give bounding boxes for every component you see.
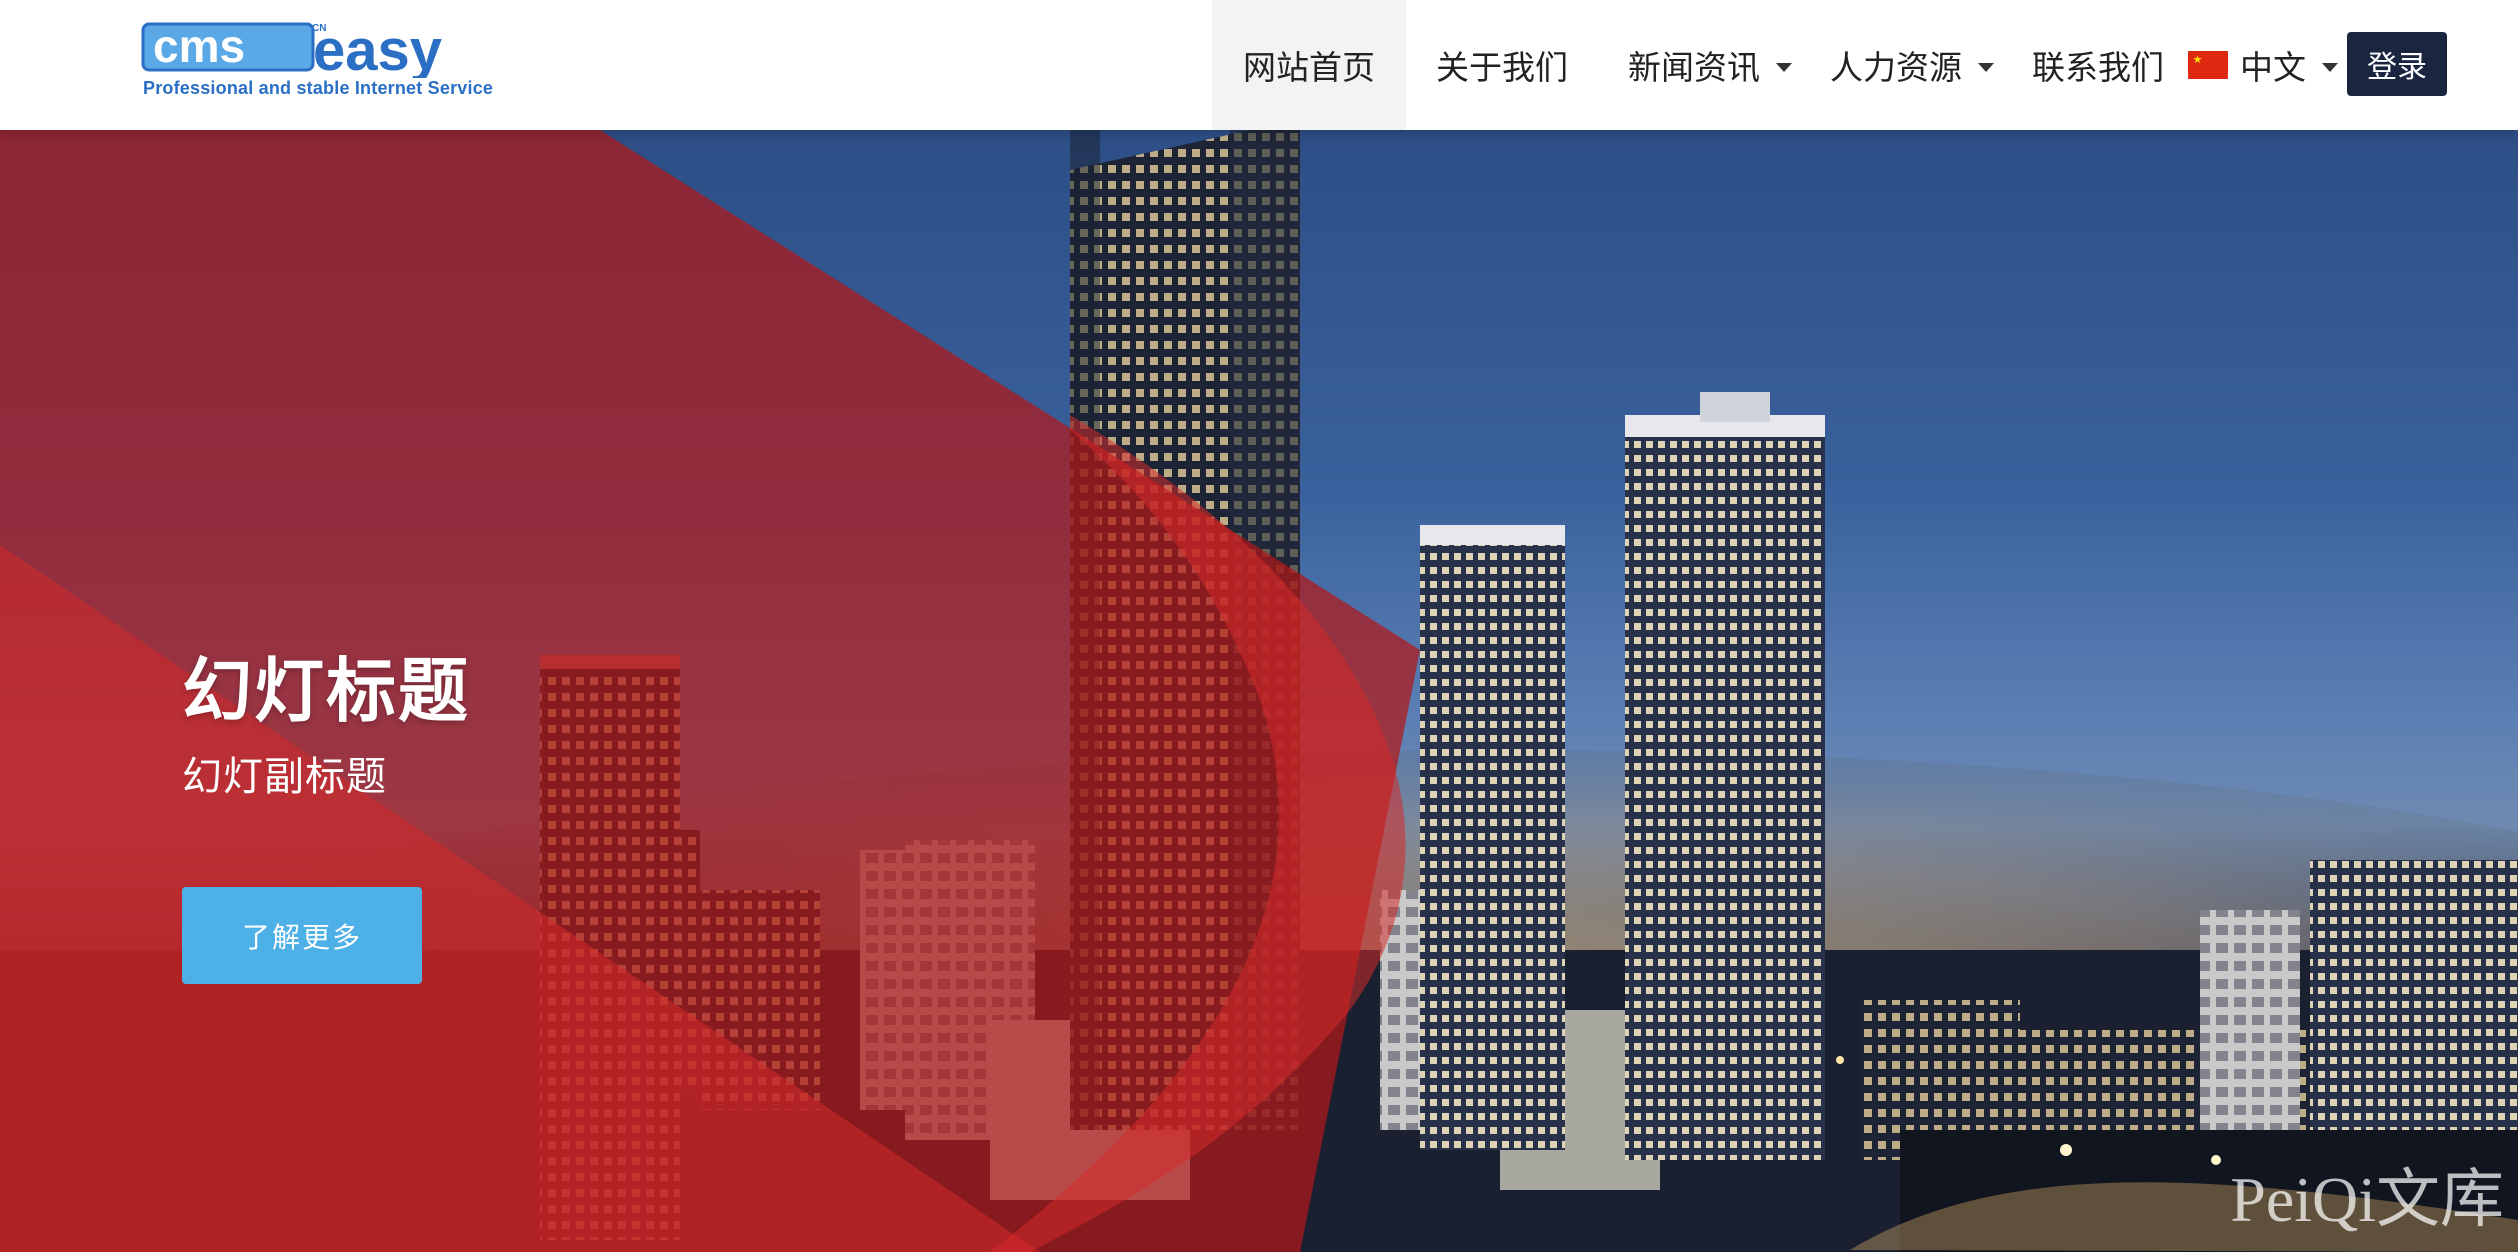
logo-mark-icon: cms easy CN bbox=[141, 18, 442, 78]
main-nav: 网站首页 关于我们 新闻资讯 人力资源 联系我们 中文 bbox=[1212, 0, 2338, 130]
nav-item-label: 联系我们 bbox=[2032, 48, 2164, 87]
nav-item-label: 人力资源 bbox=[1830, 48, 1962, 87]
site-logo[interactable]: cms easy CN Professional and stable Inte… bbox=[141, 18, 531, 102]
chevron-down-icon bbox=[1978, 62, 1994, 72]
hero-subtitle: 幻灯副标题 bbox=[182, 754, 387, 800]
chevron-down-icon bbox=[2322, 62, 2338, 72]
nav-item-hr[interactable]: 人力资源 bbox=[1822, 0, 2022, 130]
logo-badge-text: CN bbox=[312, 23, 326, 34]
logo-tagline: Professional and stable Internet Service bbox=[143, 78, 494, 98]
nav-item-about[interactable]: 关于我们 bbox=[1406, 0, 1598, 130]
chevron-down-icon bbox=[1776, 62, 1792, 72]
nav-item-news[interactable]: 新闻资讯 bbox=[1598, 0, 1822, 130]
nav-item-label: 关于我们 bbox=[1436, 48, 1568, 87]
login-button[interactable]: 登录 bbox=[2347, 32, 2447, 96]
learn-more-button[interactable]: 了解更多 bbox=[182, 887, 422, 984]
hero-slider: 幻灯标题 幻灯副标题 了解更多 PeiQi文库 bbox=[0, 130, 2518, 1252]
logo-accent-text: easy bbox=[313, 18, 442, 78]
site-header: cms easy CN Professional and stable Inte… bbox=[0, 0, 2518, 130]
china-flag-icon bbox=[2188, 51, 2228, 79]
watermark-text: PeiQi文库 bbox=[2230, 1164, 2504, 1235]
nav-item-home[interactable]: 网站首页 bbox=[1212, 0, 1406, 130]
hero-title: 幻灯标题 bbox=[182, 650, 470, 732]
nav-item-label: 网站首页 bbox=[1243, 48, 1375, 87]
language-selector[interactable]: 中文 bbox=[2188, 0, 2338, 130]
logo-main-text: cms bbox=[153, 20, 245, 72]
nav-item-label: 新闻资讯 bbox=[1628, 48, 1760, 87]
nav-item-contact[interactable]: 联系我们 bbox=[2022, 0, 2188, 130]
language-label: 中文 bbox=[2240, 48, 2306, 87]
